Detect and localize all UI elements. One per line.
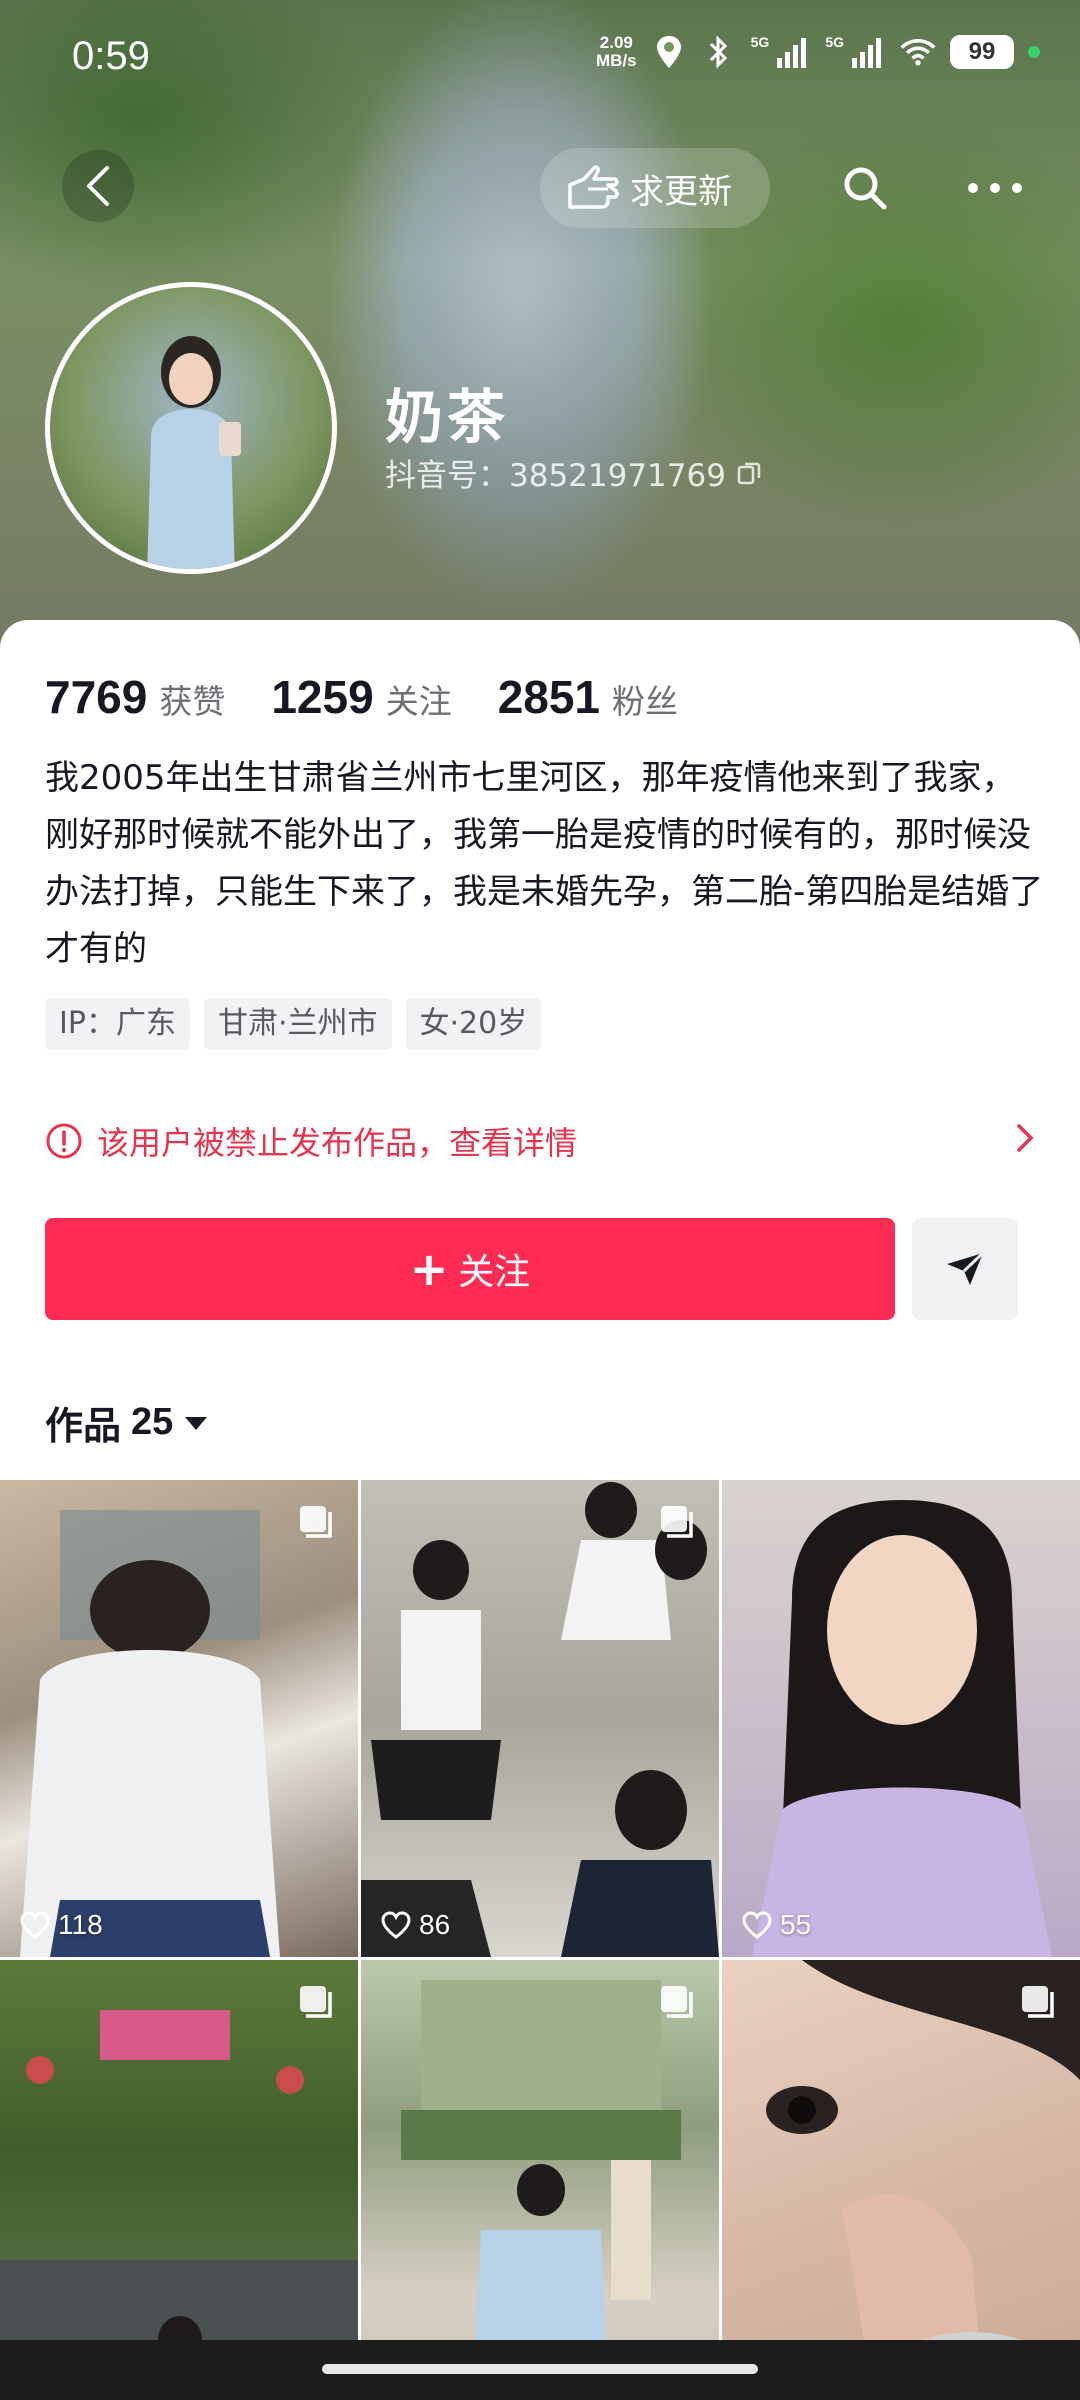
home-indicator[interactable] — [322, 2364, 758, 2374]
multi-image-icon — [1022, 1986, 1054, 2018]
work-tile[interactable] — [722, 1960, 1080, 2400]
dropdown-triangle-icon — [185, 1416, 208, 1430]
tag-hometown[interactable]: 甘肃·兰州市 — [203, 998, 392, 1050]
bluetooth-icon — [701, 34, 737, 70]
status-bar: 0:59 2.09 MB/s 5G 5G 99 — [0, 30, 1080, 90]
copy-icon[interactable] — [736, 460, 762, 486]
work-thumbnail — [766, 1960, 1080, 2400]
like-count-value: 118 — [58, 1909, 103, 1940]
like-count: 118 — [20, 1909, 103, 1941]
work-thumbnail — [752, 1500, 1052, 1957]
multi-image-icon — [300, 1506, 332, 1538]
sim1-label: 5G — [750, 34, 770, 50]
multi-image-icon — [661, 1986, 693, 2018]
signal-icon — [775, 34, 811, 70]
network-speed-value: 2.09 — [599, 33, 633, 52]
stats-row: 7769 获赞 1259 关注 2851 粉丝 — [45, 670, 724, 724]
stat-followers-label: 粉丝 — [612, 682, 679, 721]
plus-icon: + — [409, 1242, 449, 1296]
profile-bio: 我2005年出生甘肃省兰州市七里河区，那年疫情他来到了我家，刚好那时候就不能外出… — [45, 758, 1044, 969]
work-tile[interactable]: 55 — [722, 1480, 1080, 1957]
work-thumbnail — [401, 1980, 681, 2400]
pointing-hand-icon — [568, 165, 619, 209]
search-button[interactable] — [835, 158, 895, 218]
work-tile[interactable]: 118 — [0, 1480, 358, 1957]
wifi-icon — [900, 34, 936, 70]
network-speed: 2.09 MB/s — [596, 34, 637, 70]
works-grid: 118 86 55 — [0, 1480, 1080, 2400]
work-thumbnail — [20, 1510, 280, 1957]
send-message-button[interactable] — [912, 1218, 1018, 1320]
work-thumbnail — [0, 2010, 358, 2400]
status-icons: 2.09 MB/s 5G 5G 99 — [596, 34, 1040, 70]
location-icon — [651, 34, 687, 70]
like-count: 55 — [742, 1909, 811, 1941]
tag-ip-location: IP：广东 — [45, 998, 190, 1050]
works-tab[interactable]: 作品 25 — [45, 1395, 209, 1450]
back-arrow-icon — [87, 166, 109, 206]
profile-name: 奶茶 — [385, 383, 510, 451]
stat-likes-value: 7769 — [45, 671, 148, 723]
works-label: 作品 — [45, 1404, 122, 1448]
search-icon — [844, 167, 887, 210]
works-count: 25 — [131, 1401, 174, 1443]
more-dots-icon — [968, 183, 1022, 193]
multi-image-icon — [300, 1986, 332, 2018]
stat-followers[interactable]: 2851 粉丝 — [498, 670, 678, 724]
heart-icon — [20, 1911, 50, 1939]
profile-card: 7769 获赞 1259 关注 2851 粉丝 我2005年出生甘肃省兰州市七里… — [0, 620, 1080, 2400]
multi-image-icon — [661, 1506, 693, 1538]
follow-button-label: 关注 — [458, 1252, 531, 1293]
profile-tags: IP：广东 甘肃·兰州市 女·20岁 — [45, 998, 542, 1050]
stat-followers-value: 2851 — [497, 671, 601, 723]
follow-button[interactable]: + 关注 — [45, 1218, 895, 1320]
tag-gender-age: 女·20岁 — [405, 998, 542, 1050]
heart-icon — [381, 1911, 411, 1939]
stat-following-value: 1259 — [271, 671, 374, 723]
like-count-value: 86 — [419, 1909, 451, 1940]
more-options-button[interactable] — [955, 168, 1035, 208]
stat-likes[interactable]: 7769 获赞 — [45, 670, 225, 724]
heart-icon — [742, 1911, 772, 1939]
like-count: 86 — [381, 1909, 450, 1941]
battery-indicator: 99 — [950, 35, 1014, 69]
sim2-label: 5G — [825, 34, 844, 50]
stat-following[interactable]: 1259 关注 — [271, 670, 451, 724]
douyin-id[interactable]: 抖音号：38521971769 — [385, 450, 762, 495]
network-speed-unit: MB/s — [596, 51, 637, 70]
back-button[interactable] — [62, 150, 134, 222]
paper-plane-icon — [947, 1251, 985, 1285]
work-tile[interactable] — [0, 1960, 358, 2400]
work-thumbnail — [361, 1482, 719, 1957]
warning-icon — [46, 1123, 82, 1159]
like-count-value: 55 — [780, 1909, 812, 1940]
work-tile[interactable]: 86 — [361, 1480, 719, 1957]
privacy-dot — [1028, 46, 1040, 58]
ban-notice-text: 该用户被禁止发布作品，查看详情 — [97, 1124, 578, 1162]
request-update-button[interactable]: 求更新 — [540, 148, 770, 228]
status-time: 0:59 — [72, 34, 150, 78]
douyin-id-text: 抖音号：38521971769 — [385, 458, 726, 494]
ban-notice[interactable]: 该用户被禁止发布作品，查看详情 — [45, 1116, 1035, 1166]
avatar[interactable] — [45, 282, 337, 574]
stat-likes-label: 获赞 — [159, 682, 226, 721]
signal-icon-2 — [850, 34, 886, 70]
request-update-label: 求更新 — [630, 171, 732, 212]
stat-following-label: 关注 — [385, 682, 452, 721]
work-tile[interactable] — [361, 1960, 719, 2400]
avatar-photo — [147, 336, 241, 569]
chevron-right-icon — [1017, 1124, 1034, 1152]
